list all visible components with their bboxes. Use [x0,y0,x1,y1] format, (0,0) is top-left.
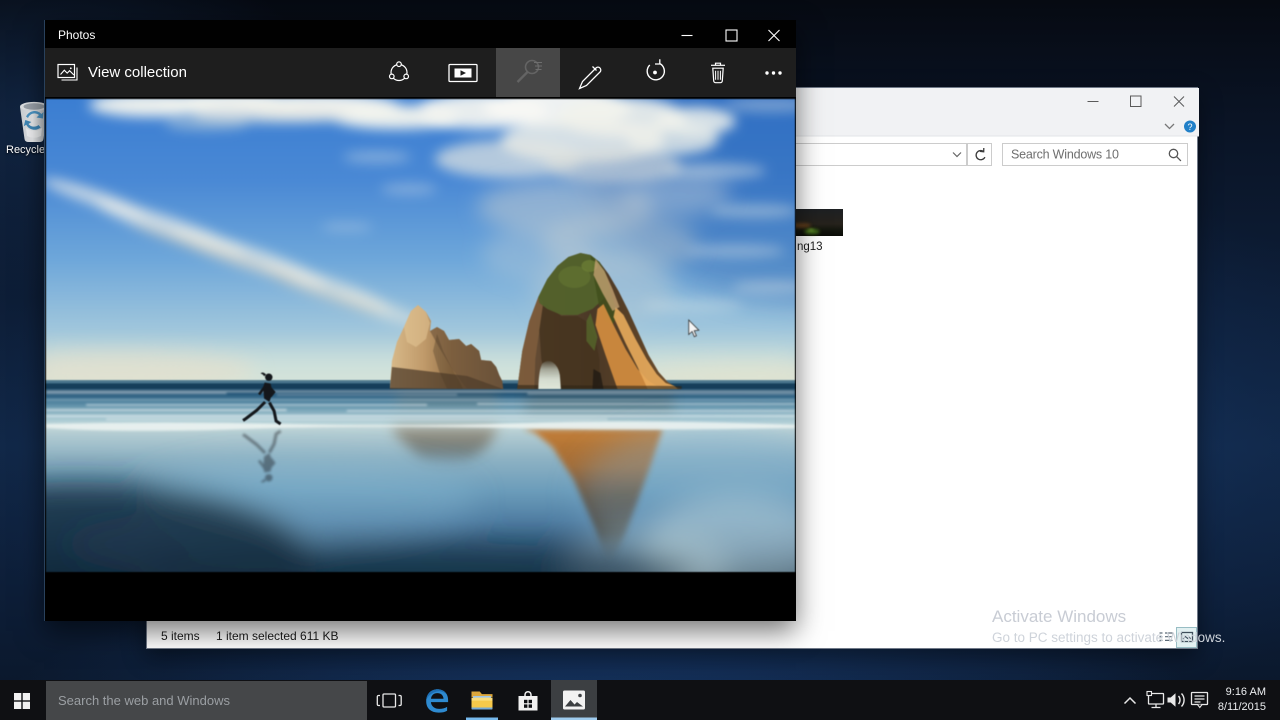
svg-text:1 item selected 611 KB: 1 item selected 611 KB [216,629,339,643]
svg-text:Search Windows 10: Search Windows 10 [1011,148,1119,162]
svg-text:View collection: View collection [88,64,187,81]
svg-text:?: ? [1187,122,1192,132]
svg-text:5 items: 5 items [161,629,200,643]
svg-text:ng13: ng13 [797,241,823,253]
